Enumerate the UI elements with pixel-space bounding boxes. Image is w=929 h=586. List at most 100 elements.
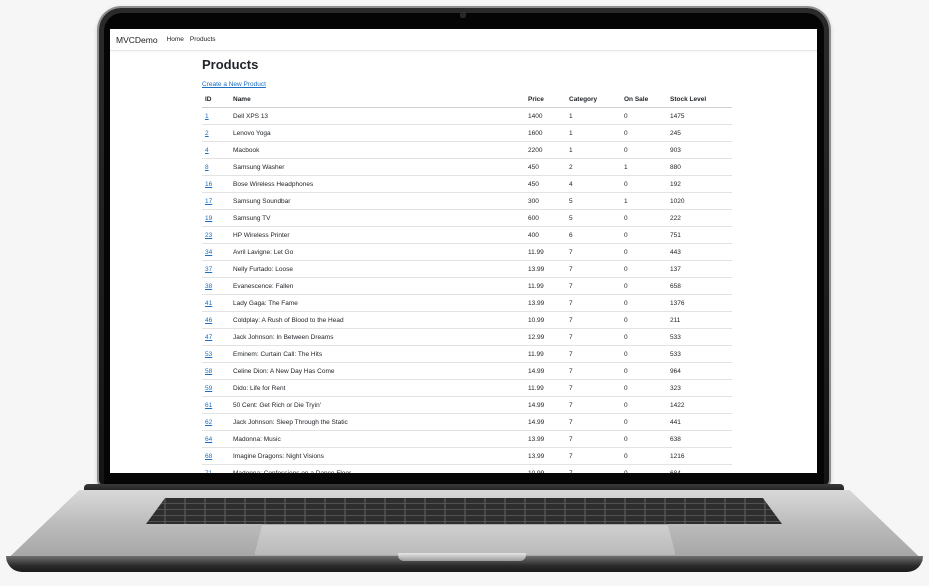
product-id-link[interactable]: 62: [205, 419, 212, 426]
product-price-cell: 400: [525, 226, 566, 244]
product-name-cell: HP Wireless Printer: [230, 226, 525, 244]
product-id-link[interactable]: 64: [205, 436, 212, 443]
product-id-link[interactable]: 58: [205, 368, 212, 375]
product-id-link[interactable]: 38: [205, 283, 212, 290]
product-stock-level-cell: 1475: [667, 107, 732, 125]
product-on-sale-cell: 0: [621, 311, 667, 329]
product-on-sale-cell: 0: [621, 226, 667, 244]
product-id-link[interactable]: 46: [205, 317, 212, 324]
table-row: 61 50 Cent: Get Rich or Die Tryin' 14.99 7 0…: [202, 396, 732, 414]
navbar-brand[interactable]: MVCDemo: [116, 35, 158, 45]
table-row: 37 Nelly Furtado: Loose 13.99 7 0 137: [202, 260, 732, 278]
product-id-link-cell: 17: [202, 192, 230, 210]
product-category-cell: 1: [566, 141, 621, 159]
product-id-link-cell: 34: [202, 243, 230, 261]
table-row: 62 Jack Johnson: Sleep Through the Static…: [202, 413, 732, 431]
laptop-notch: [398, 553, 526, 561]
product-id-link-cell: 58: [202, 362, 230, 380]
product-price-cell: 14.99: [525, 396, 566, 414]
navbar: MVCDemo Home Products: [110, 29, 817, 51]
product-id-link[interactable]: 61: [205, 402, 212, 409]
product-name-cell: Samsung Washer: [230, 158, 525, 176]
product-category-cell: 5: [566, 192, 621, 210]
product-category-cell: 7: [566, 464, 621, 473]
product-name-cell: Macbook: [230, 141, 525, 159]
product-price-cell: 13.99: [525, 260, 566, 278]
product-id-link[interactable]: 59: [205, 385, 212, 392]
product-stock-level-cell: 964: [667, 362, 732, 380]
column-header-price: Price: [525, 92, 566, 108]
product-category-cell: 7: [566, 396, 621, 414]
product-price-cell: 12.99: [525, 328, 566, 346]
table-row: 34 Avril Lavigne: Let Go 11.99 7 0 443: [202, 243, 732, 261]
product-name-cell: Dell XPS 13: [230, 107, 525, 125]
product-price-cell: 13.99: [525, 447, 566, 465]
product-id-link[interactable]: 71: [205, 470, 212, 474]
product-id-link[interactable]: 16: [205, 181, 212, 188]
table-row: 23 HP Wireless Printer 400 6 0 751: [202, 226, 732, 244]
product-category-cell: 7: [566, 243, 621, 261]
product-name-cell: Jack Johnson: Sleep Through the Static: [230, 413, 525, 431]
product-stock-level-cell: 903: [667, 141, 732, 159]
create-product-link[interactable]: Create a New Product: [202, 81, 266, 88]
nav-link-products[interactable]: Products: [190, 36, 216, 43]
product-name-cell: Samsung TV: [230, 209, 525, 227]
product-id-link[interactable]: 34: [205, 249, 212, 256]
product-name-cell: Avril Lavigne: Let Go: [230, 243, 525, 261]
product-id-link-cell: 16: [202, 175, 230, 193]
column-header-on-sale: On Sale: [621, 92, 667, 108]
product-stock-level-cell: 192: [667, 175, 732, 193]
product-name-cell: Dido: Life for Rent: [230, 379, 525, 397]
product-stock-level-cell: 443: [667, 243, 732, 261]
product-name-cell: Evanescence: Fallen: [230, 277, 525, 295]
product-on-sale-cell: 0: [621, 175, 667, 193]
product-id-link[interactable]: 8: [205, 164, 209, 171]
product-id-link[interactable]: 2: [205, 130, 209, 137]
product-category-cell: 6: [566, 226, 621, 244]
product-id-link[interactable]: 19: [205, 215, 212, 222]
product-id-link[interactable]: 47: [205, 334, 212, 341]
column-header-category: Category: [566, 92, 621, 108]
product-category-cell: 7: [566, 430, 621, 448]
table-row: 1 Dell XPS 13 1400 1 0 1475: [202, 107, 732, 125]
nav-link-home[interactable]: Home: [167, 36, 184, 43]
product-id-link[interactable]: 4: [205, 147, 209, 154]
product-stock-level-cell: 137: [667, 260, 732, 278]
product-category-cell: 7: [566, 311, 621, 329]
product-id-link[interactable]: 41: [205, 300, 212, 307]
column-header-name: Name: [230, 92, 525, 108]
table-row: 17 Samsung Soundbar 300 5 1 1020: [202, 192, 732, 210]
product-id-link-cell: 37: [202, 260, 230, 278]
product-id-link-cell: 1: [202, 107, 230, 125]
product-id-link-cell: 64: [202, 430, 230, 448]
product-name-cell: Imagine Dragons: Night Visions: [230, 447, 525, 465]
product-id-link[interactable]: 17: [205, 198, 212, 205]
product-price-cell: 11.99: [525, 243, 566, 261]
product-id-link-cell: 62: [202, 413, 230, 431]
product-on-sale-cell: 1: [621, 158, 667, 176]
product-name-cell: Samsung Soundbar: [230, 192, 525, 210]
product-price-cell: 450: [525, 175, 566, 193]
product-category-cell: 7: [566, 260, 621, 278]
product-category-cell: 1: [566, 107, 621, 125]
product-on-sale-cell: 0: [621, 294, 667, 312]
product-name-cell: Madonna: Confessions on a Dance Floor: [230, 464, 525, 473]
product-id-link[interactable]: 23: [205, 232, 212, 239]
product-id-link[interactable]: 37: [205, 266, 212, 273]
product-id-link[interactable]: 68: [205, 453, 212, 460]
products-table: ID Name Price Category On Sale Stock Lev…: [202, 92, 732, 473]
product-on-sale-cell: 0: [621, 396, 667, 414]
product-price-cell: 10.99: [525, 464, 566, 473]
table-row: 2 Lenovo Yoga 1600 1 0 245: [202, 124, 732, 142]
table-row: 58 Celine Dion: A New Day Has Come 14.99 7 0…: [202, 362, 732, 380]
product-stock-level-cell: 1422: [667, 396, 732, 414]
product-category-cell: 7: [566, 328, 621, 346]
product-id-link[interactable]: 53: [205, 351, 212, 358]
product-on-sale-cell: 0: [621, 464, 667, 473]
product-id-link[interactable]: 1: [205, 113, 209, 120]
product-price-cell: 14.99: [525, 413, 566, 431]
product-category-cell: 7: [566, 345, 621, 363]
product-on-sale-cell: 0: [621, 430, 667, 448]
product-category-cell: 7: [566, 413, 621, 431]
product-name-cell: Madonna: Music: [230, 430, 525, 448]
